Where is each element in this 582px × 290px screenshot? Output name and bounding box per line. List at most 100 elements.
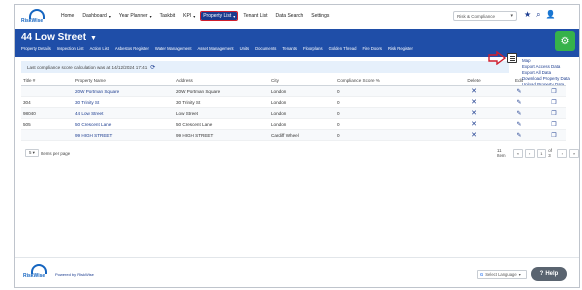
chevron-down-icon: ▾ xyxy=(108,13,111,19)
nav-item-tenant-list[interactable]: Tenant List xyxy=(241,12,269,20)
delete-icon[interactable]: ✕ xyxy=(471,121,477,128)
subnav-item-documents[interactable]: Documents xyxy=(255,46,276,51)
column-header[interactable]: Compliance Score % xyxy=(335,78,450,83)
footer-logo: RiskWise xyxy=(23,264,53,280)
powered-by[interactable]: Powered by RiskWise xyxy=(55,272,94,277)
cell-name[interactable]: 30 Trinity St xyxy=(73,100,174,105)
copy-icon[interactable]: ❐ xyxy=(551,111,556,117)
subnav-item-units[interactable]: Units xyxy=(240,46,250,51)
subnav-item-fire-doors[interactable]: Fire Doors xyxy=(362,46,382,51)
search-icon[interactable]: ⌕ xyxy=(536,10,540,20)
star-icon[interactable]: ★ xyxy=(524,10,531,20)
nav-item-label: Year Planner xyxy=(118,13,148,19)
items-per-page-select[interactable]: 5 ▾ xyxy=(25,149,39,157)
subnav-item-action-list[interactable]: Action List xyxy=(90,46,109,51)
edit-icon[interactable]: ✎ xyxy=(516,89,521,95)
copy-icon[interactable]: ❐ xyxy=(551,122,556,128)
subnav-item-asset-management[interactable]: Asset Management xyxy=(198,46,234,51)
cell-score: 0 xyxy=(337,132,340,138)
subnav-item-tenants[interactable]: Tenants xyxy=(282,46,297,51)
cell-name[interactable]: 20W Portman Square xyxy=(73,89,174,94)
next-page-icon[interactable]: › xyxy=(557,148,568,158)
menu-item-export-access-data[interactable]: Export Access Data xyxy=(520,63,564,69)
delete-icon[interactable]: ✕ xyxy=(471,132,477,139)
pager-count: 11 Item xyxy=(497,148,506,158)
nav-item-property-list[interactable]: Property List ▾ xyxy=(200,11,239,21)
nav-item-kpi[interactable]: KPI ▾ xyxy=(181,12,197,20)
last-page-icon[interactable]: » xyxy=(569,148,579,158)
copy-icon[interactable]: ❐ xyxy=(551,133,556,139)
column-header: Delete xyxy=(467,78,481,83)
pager-of: of 3 xyxy=(548,148,552,158)
nav-item-taskbit[interactable]: Taskbit xyxy=(158,12,178,20)
google-icon: G xyxy=(480,272,484,277)
module-select[interactable]: Risk & Compliance ▾ xyxy=(453,11,517,21)
chevron-down-icon: ▾ xyxy=(149,13,152,19)
cell-title: 304 xyxy=(23,99,31,105)
cell-name[interactable]: 44 Low Street xyxy=(73,111,174,116)
subnav-item-risk-register[interactable]: Risk Register xyxy=(388,46,413,51)
column-header[interactable]: Title # xyxy=(21,78,73,83)
nav-item-data-search[interactable]: Data Search xyxy=(274,12,306,20)
chevron-down-icon: ▾ xyxy=(233,13,236,19)
items-per-page-label: Items per page xyxy=(40,150,71,156)
help-button[interactable]: ? Help xyxy=(531,267,567,281)
delete-icon[interactable]: ✕ xyxy=(471,88,477,95)
nav-item-dashboard[interactable]: Dashboard ▾ xyxy=(80,12,112,20)
language-select[interactable]: G Select Language ▾ xyxy=(477,270,527,279)
delete-icon[interactable]: ✕ xyxy=(471,99,477,106)
main-nav: Home Dashboard ▾ Year Planner ▾ Taskbit KPI ▾ Pr… xyxy=(59,11,331,21)
copy-cell: ❐ xyxy=(540,99,566,106)
subnav-item-property-details[interactable]: Property Details xyxy=(21,46,51,51)
items-per-page: 5 ▾ Items per page xyxy=(25,149,70,157)
edit-icon[interactable]: ✎ xyxy=(516,111,521,117)
table-body: 20W Portman Square 20W Portman Square Lond… xyxy=(21,86,566,141)
page-input[interactable]: 1 xyxy=(536,148,547,158)
nav-item-settings[interactable]: Settings xyxy=(309,12,331,20)
user-icon[interactable]: 👤 xyxy=(546,10,556,20)
delete-cell: ✕ xyxy=(450,131,496,139)
delete-cell: ✕ xyxy=(450,87,496,95)
subnav-item-asbestos-register[interactable]: Asbestos Register xyxy=(115,46,149,51)
edit-cell: ✎ xyxy=(496,88,540,95)
cell-score: 0 xyxy=(337,88,340,94)
subnav-item-water-management[interactable]: Water Management xyxy=(155,46,192,51)
chevron-down-icon: ▾ xyxy=(510,13,513,19)
chevron-down-icon: ▾ xyxy=(193,13,196,19)
column-header[interactable]: Property Name xyxy=(73,78,174,83)
edit-cell: ✎ xyxy=(496,110,540,117)
nav-item-home[interactable]: Home xyxy=(59,12,76,20)
nav-item-label: Dashboard xyxy=(82,13,107,19)
cell-name[interactable]: 99 HIGH STREET xyxy=(73,133,174,138)
first-page-icon[interactable]: « xyxy=(512,148,523,158)
column-header[interactable]: Address xyxy=(174,78,269,83)
edit-cell: ✎ xyxy=(496,99,540,106)
items-per-page-value: 5 xyxy=(29,150,32,155)
column-header[interactable]: City xyxy=(269,78,335,83)
nav-item-year-planner[interactable]: Year Planner ▾ xyxy=(117,12,154,20)
page-title[interactable]: 44 Low Street ▼ xyxy=(21,32,97,43)
cell-city: London xyxy=(271,121,287,127)
subnav-item-golden-thread[interactable]: Golden Thread xyxy=(329,46,357,51)
delete-icon[interactable]: ✕ xyxy=(471,110,477,117)
hamburger-menu-icon[interactable] xyxy=(507,53,517,63)
edit-cell: ✎ xyxy=(496,132,540,139)
property-table: Title # Property Name Address City Complianc… xyxy=(21,76,566,141)
table-header: Title # Property Name Address City Complianc… xyxy=(21,76,566,86)
edit-icon[interactable]: ✎ xyxy=(516,133,521,139)
edit-icon[interactable]: ✎ xyxy=(516,100,521,106)
cell-name[interactable]: 50 Crescent Lane xyxy=(73,122,174,127)
action-button[interactable]: ⚙ xyxy=(555,31,575,51)
copy-icon[interactable]: ❐ xyxy=(551,100,556,106)
refresh-icon[interactable]: ⟳ xyxy=(150,64,155,71)
subnav-item-inspection-list[interactable]: Inspection List xyxy=(57,46,84,51)
table-row: 99 HIGH STREET 99 HIGH STREET Cardiff Whee… xyxy=(21,130,566,141)
edit-icon[interactable]: ✎ xyxy=(516,122,521,128)
nav-item-label: Taskbit xyxy=(159,13,176,19)
riskwise-logo[interactable]: RiskWise xyxy=(21,9,51,25)
cell-address: 99 HIGH STREET xyxy=(176,132,214,138)
cell-city: Cardiff Wheel xyxy=(271,132,299,138)
prev-page-icon[interactable]: ‹ xyxy=(524,148,535,158)
subnav-item-floorplans[interactable]: Floorplans xyxy=(303,46,323,51)
copy-icon[interactable]: ❐ xyxy=(551,89,556,95)
